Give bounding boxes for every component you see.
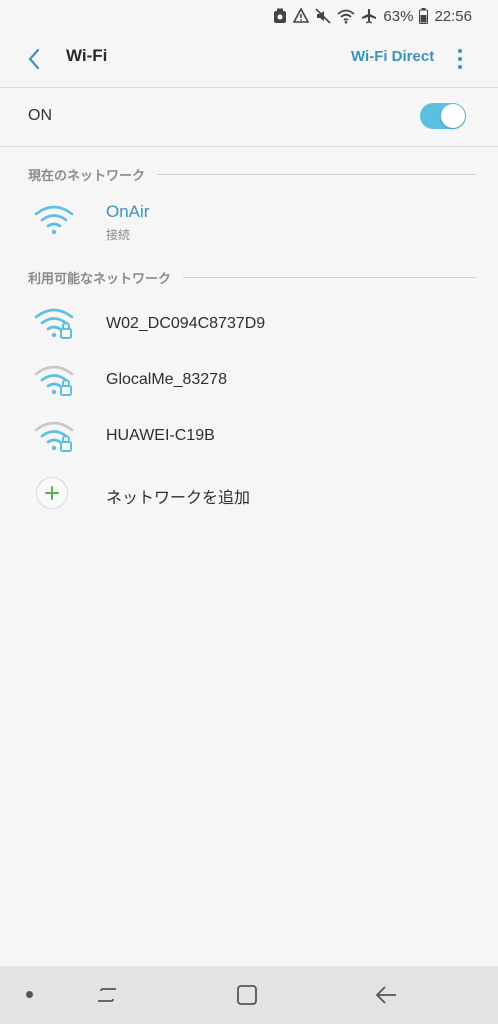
current-network-header: 現在のネットワーク [28,164,476,184]
network-name: W02_DC094C8737D9 [106,315,266,332]
wifi-signal-icon [34,205,74,235]
toggle-knob [441,104,465,128]
wifi-secured-icon [34,308,74,339]
back-arrow-icon [376,986,396,1004]
status-bar: 63% 22:56 [0,0,498,32]
divider [0,146,498,147]
wifi-settings-screen: 63% 22:56 Wi-Fi Wi-Fi Direct ON 現在のネットワー… [0,0,498,1024]
network-status: 接続 [106,228,131,242]
wifi-toggle-switch[interactable] [420,103,466,129]
home-button[interactable] [232,980,262,1010]
chevron-left-icon [28,48,40,70]
section-header-label: 現在のネットワーク [28,168,146,184]
more-dot [458,65,462,69]
nav-indicator-dot[interactable] [26,991,33,998]
recent-apps-icon [98,988,116,1002]
wifi-secured-icon [34,421,74,452]
more-options-button[interactable] [452,45,468,73]
airplane-icon [361,8,377,24]
more-dot [458,57,462,61]
add-network-label: ネットワークを追加 [106,490,251,507]
network-item[interactable]: HUAWEI-C19B [0,408,498,464]
navigation-bar [0,966,498,1024]
section-line [157,173,476,175]
add-icon [36,477,68,509]
page-title: Wi-Fi [66,46,108,65]
current-network-item[interactable]: OnAir 接続 [0,194,498,250]
section-line [183,276,476,278]
recent-apps-button[interactable] [92,980,122,1010]
battery-icon [419,8,429,24]
network-item[interactable]: GlocalMe_83278 [0,352,498,408]
more-dot [458,49,462,53]
network-name: HUAWEI-C19B [106,427,215,444]
signal-alert-icon [293,8,310,24]
wifi-direct-button[interactable]: Wi-Fi Direct [351,48,434,65]
back-nav-button[interactable] [371,980,401,1010]
toggle-label: ON [28,107,52,124]
back-button[interactable] [20,44,48,74]
wifi-icon [337,9,356,24]
wifi-toggle-row[interactable]: ON [0,88,498,146]
app-bar: Wi-Fi Wi-Fi Direct [0,32,498,86]
network-name: OnAir [106,202,150,221]
add-network-button[interactable]: ネットワークを追加 [0,465,498,521]
battery-percent: 63% [383,7,414,25]
wifi-secured-icon [34,365,74,396]
home-icon [237,985,257,1005]
network-name: GlocalMe_83278 [106,371,227,388]
clock: 22:56 [434,7,472,25]
network-item[interactable]: W02_DC094C8737D9 [0,296,498,352]
section-header-label: 利用可能なネットワーク [28,271,172,287]
available-networks-header: 利用可能なネットワーク [28,267,476,287]
mute-icon [315,8,331,24]
recorder-icon [273,8,287,24]
